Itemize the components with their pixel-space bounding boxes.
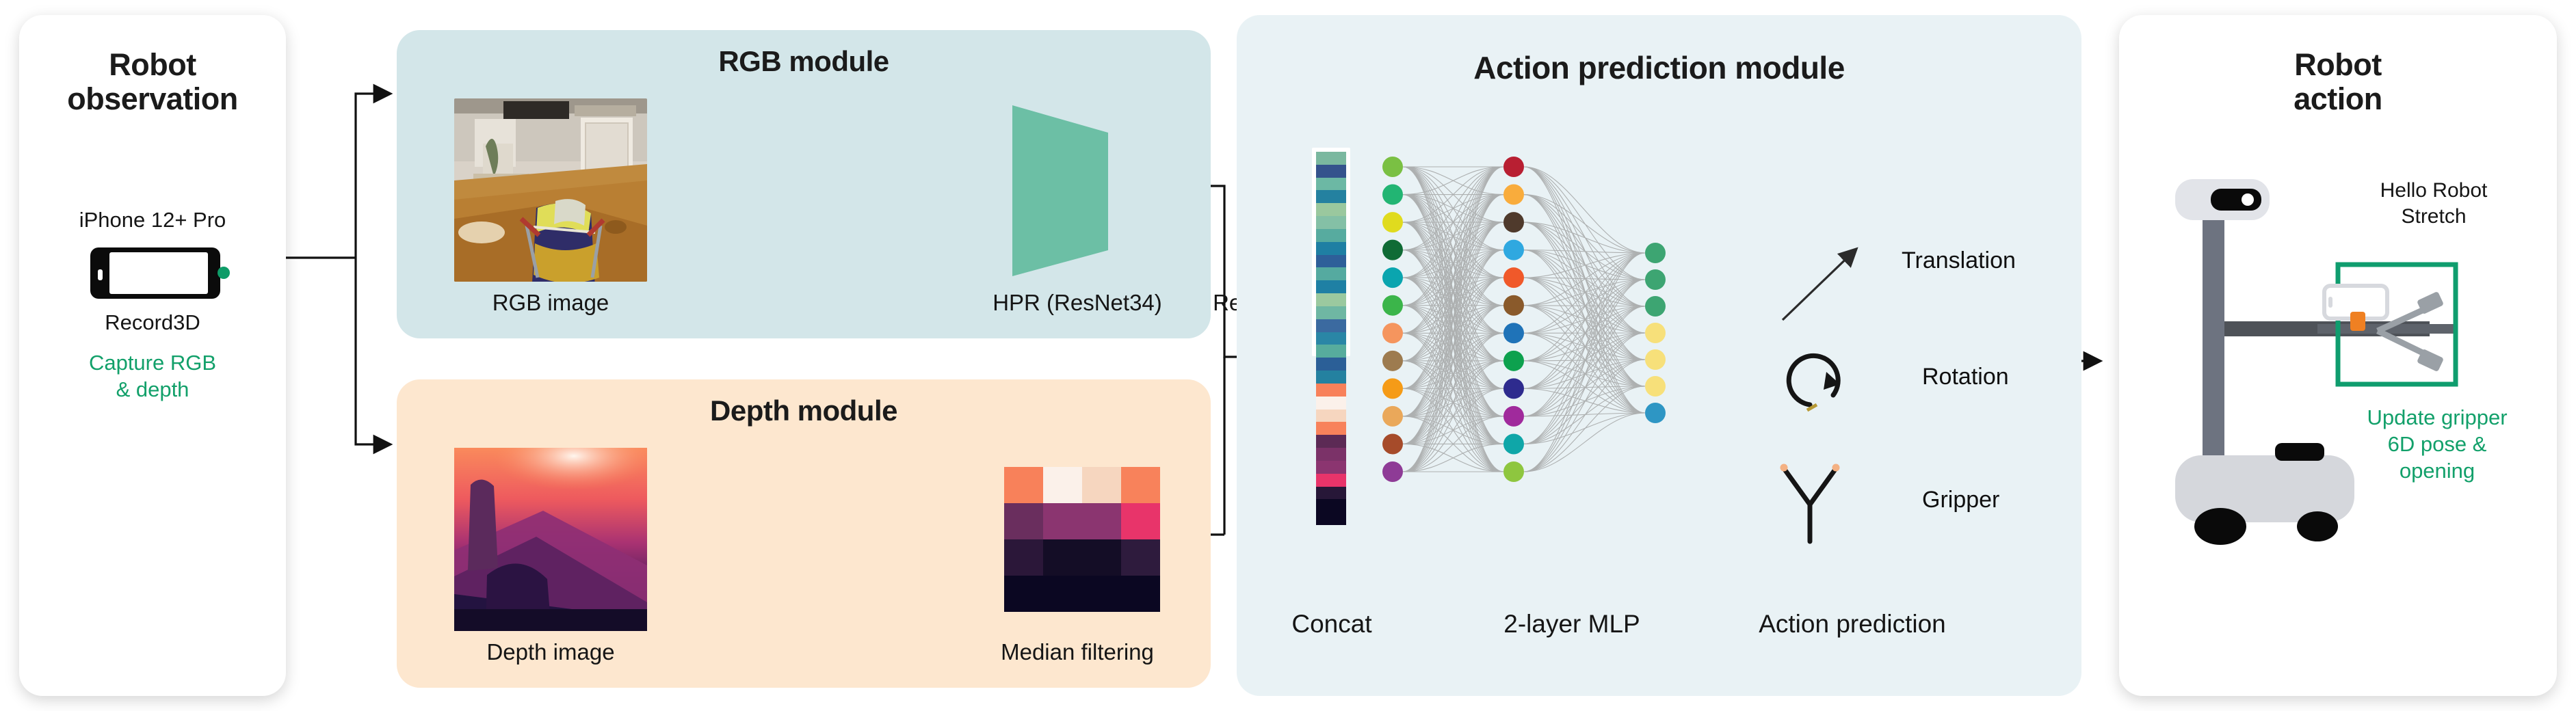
rgb-image-thumbnail [454,98,647,282]
median-grid-cell [1043,539,1082,576]
median-grid-cell [1043,503,1082,539]
rgb-image-caption: RGB image [492,290,609,315]
median-grid-cell [1121,539,1160,576]
iphone-icon [90,247,220,299]
median-grid-cell [1004,467,1043,503]
rgb-module-title: RGB module [718,45,889,77]
phone-output-port [218,267,230,279]
capture-line1: Capture RGB [88,351,217,375]
robot-update-description: Update gripper 6D pose & opening [2324,405,2550,484]
phone-speaker-icon [98,269,103,280]
observation-title-line2: observation [67,81,238,117]
update-line3: opening [2399,458,2475,483]
median-grid-cell [1121,503,1160,539]
observation-title-line1: Robot [109,47,196,82]
median-grid-cell [1082,576,1121,612]
median-filter-grid-icon [1004,467,1160,612]
device-label: iPhone 12+ Pro [79,208,226,232]
capture-description: Capture RGB & depth [19,350,286,403]
output-label-rotation: Rotation [1922,364,2009,390]
depth-image-caption: Depth image [486,639,615,665]
depth-module-panel: Depth module Depth image Median filterin… [397,379,1339,688]
median-grid-cell [1082,539,1121,576]
capture-line2: & depth [116,377,189,401]
median-grid-cell [1043,467,1082,503]
depth-image-thumbnail [454,448,647,631]
median-grid-cell [1121,576,1160,612]
hpr-encoder-trapezoid-icon [1006,105,1149,276]
robot-observation-panel: Robot observation iPhone 12+ Pro Record3… [19,15,286,696]
output-label-translation: Translation [1902,247,2016,273]
output-label-gripper: Gripper [1922,487,2000,513]
action-prediction-caption: Action prediction [1759,610,1946,638]
median-grid-cell [1043,576,1082,612]
concat-caption: Concat [1291,610,1372,638]
phone-screen [109,252,208,294]
median-grid-cell [1004,503,1043,539]
update-line2: 6D pose & [2387,431,2487,456]
robot-action-panel: Robot action Hello Robot Stretch Update … [2119,15,2557,696]
depth-module-title: Depth module [710,394,898,427]
action-output-icons [1780,247,1858,544]
robot-name-line2: Stretch [2401,204,2467,228]
median-grid-cell [1121,467,1160,503]
median-grid-cell [1004,576,1043,612]
diagram-canvas: Robot observation iPhone 12+ Pro Record3… [0,0,2576,711]
median-grid-cell [1082,503,1121,539]
stretch-robot-illustration [2175,179,2458,545]
median-grid-cell [1082,467,1121,503]
update-line1: Update gripper [2367,405,2508,429]
action-prediction-panel: Action prediction module Translation Rot… [1237,15,2081,696]
robot-observation-title: Robot observation [19,47,286,117]
capture-app-label: Record3D [105,310,200,334]
robot-name-line1: Hello Robot [2380,179,2488,202]
rgb-module-panel: RGB module RGB image HPR (ResNet34) [397,30,1366,338]
robot-model-label: Hello Robot Stretch [2324,178,2543,229]
median-grid-cell [1004,539,1043,576]
